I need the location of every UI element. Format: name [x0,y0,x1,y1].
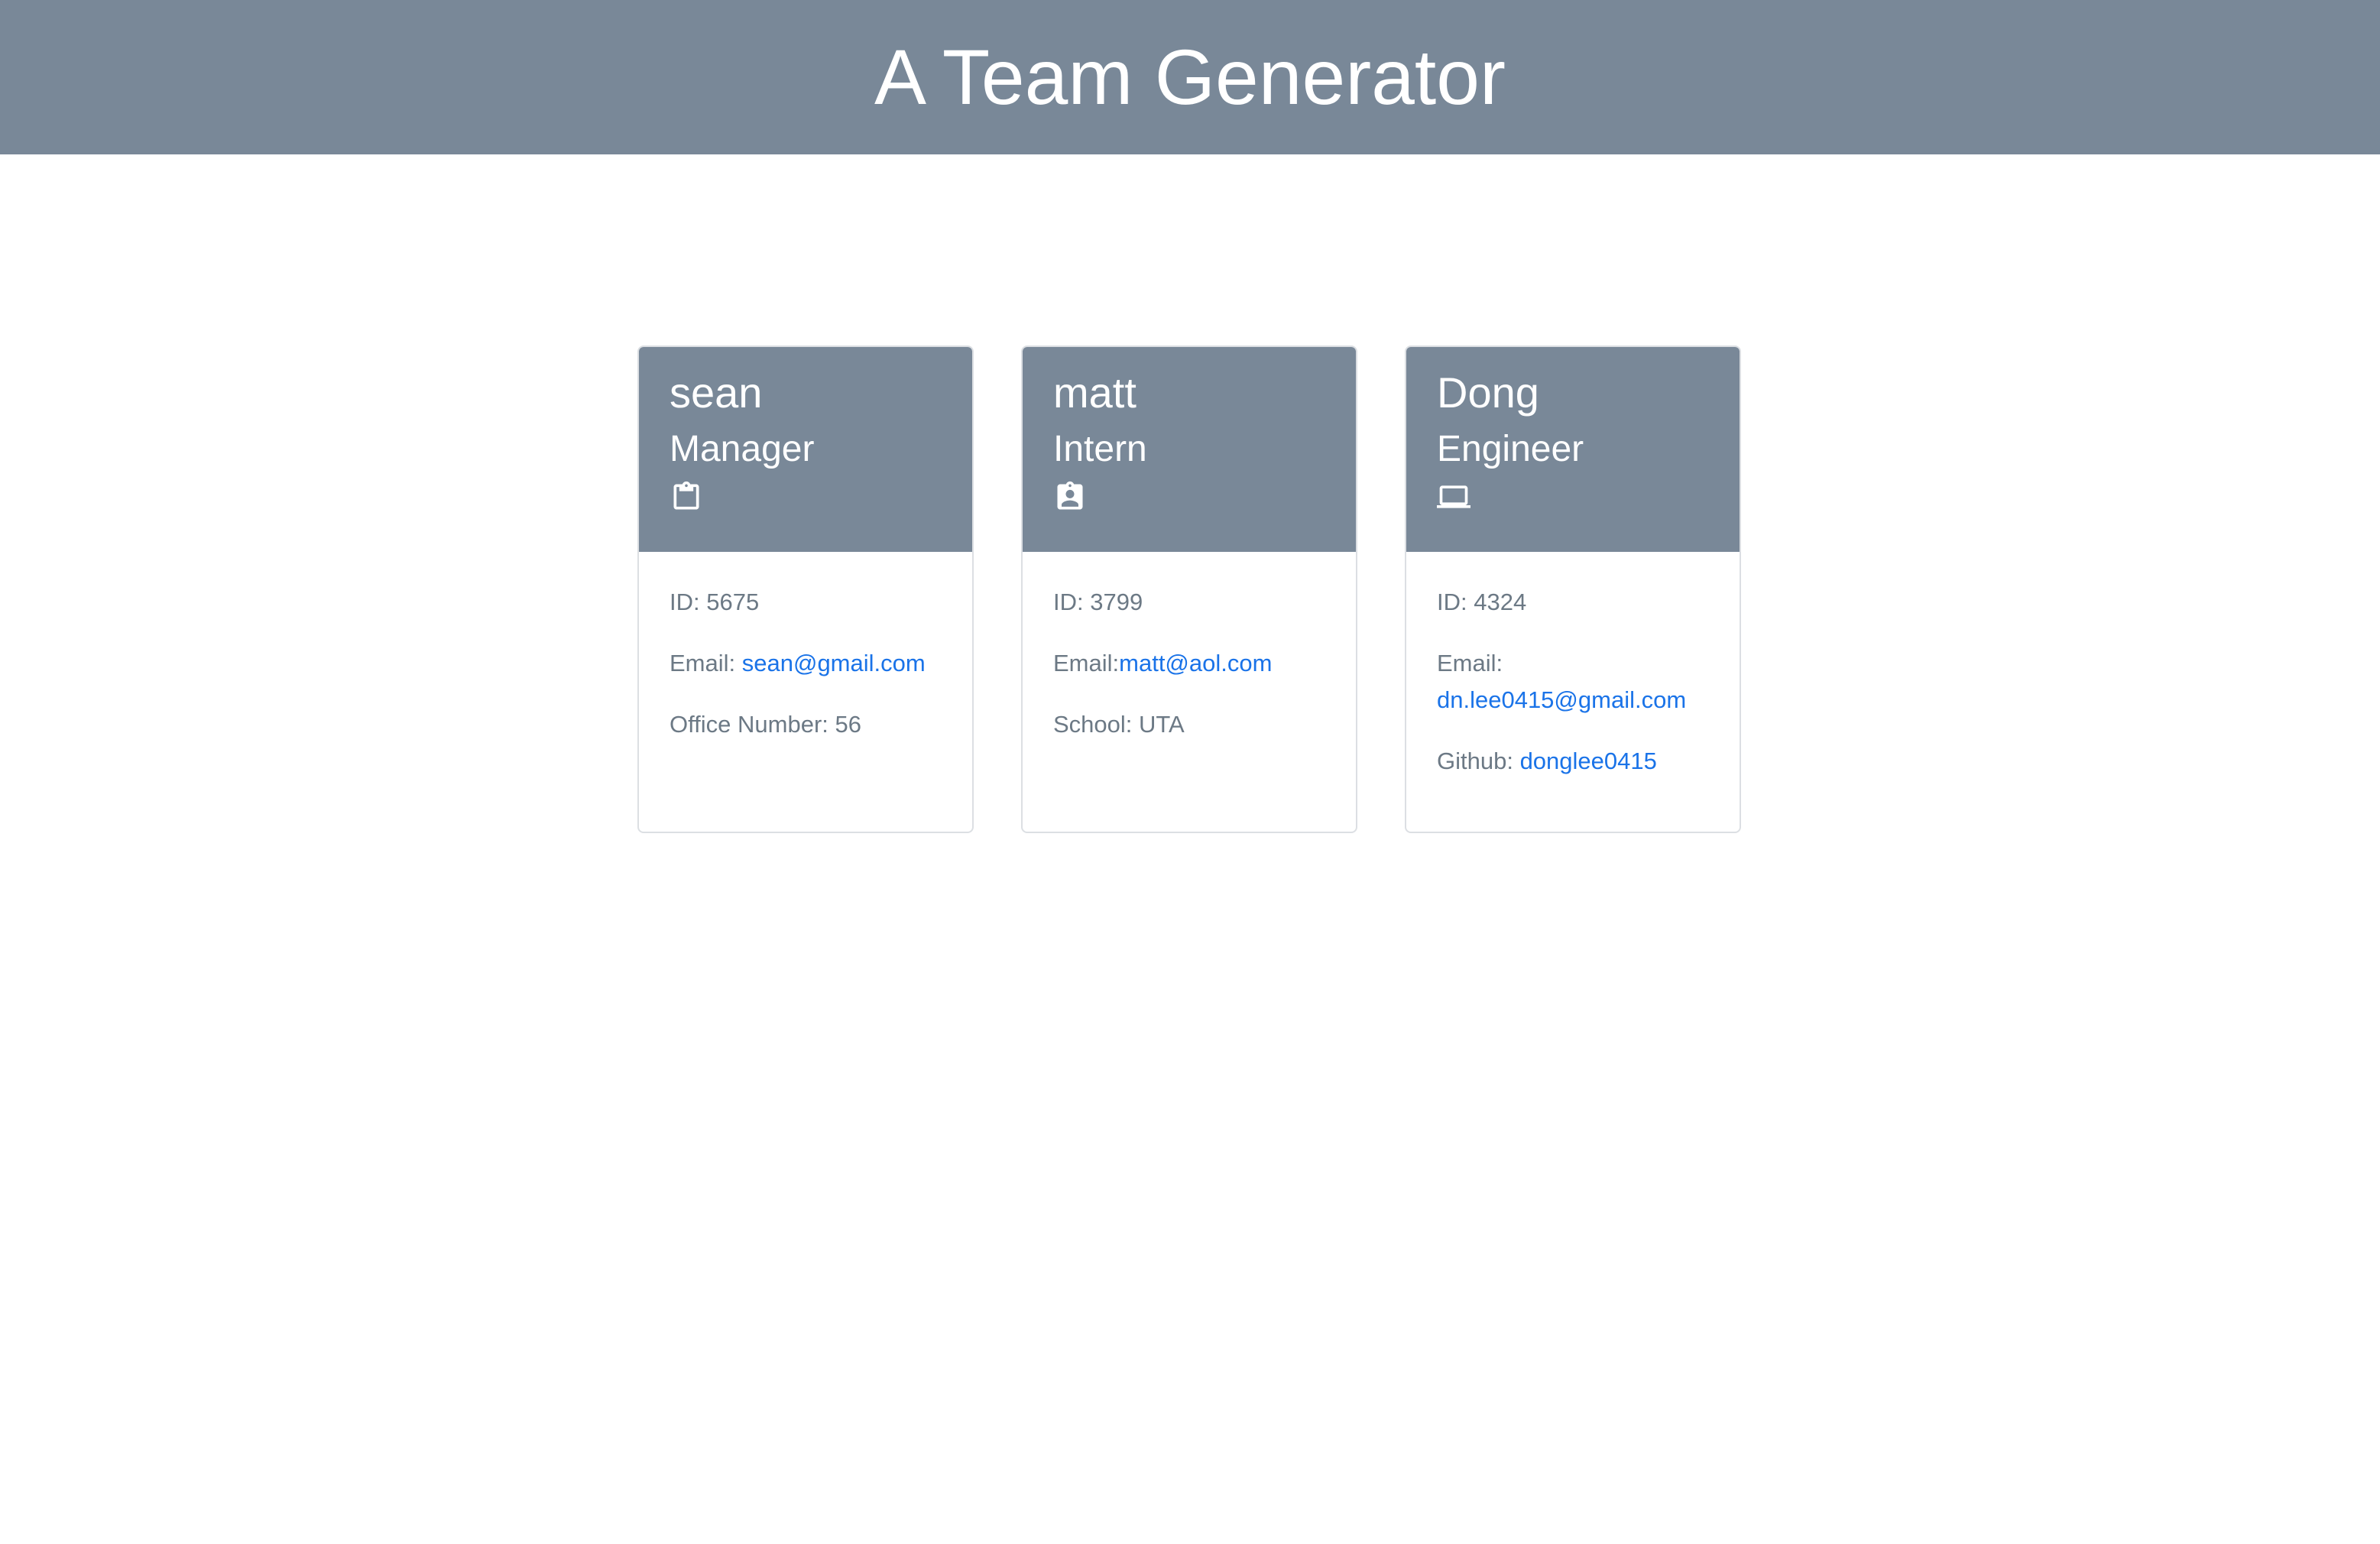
card-header: sean Manager [639,347,972,552]
employee-role: Manager [670,429,815,469]
card-body: ID: 5675 Email: sean@gmail.com Office Nu… [639,552,972,743]
employee-name: sean [670,368,763,417]
employee-card-intern: matt Intern ID: 3799 Email:matt@aol.com … [1021,345,1357,833]
employee-email-row: Email:matt@aol.com [1053,645,1325,682]
employee-id: ID: 4324 [1437,589,1527,615]
assignment-ind-icon [1057,481,1083,510]
employee-role: Engineer [1437,429,1584,469]
github-row: Github: donglee0415 [1437,743,1709,780]
employee-card-engineer: Dong Engineer ID: 4324 Email: dn.lee0415@… [1405,345,1741,833]
employee-name: matt [1053,368,1136,417]
card-header: matt Intern [1023,347,1356,552]
card-body: ID: 3799 Email:matt@aol.com School: UTA [1023,552,1356,743]
card-header: Dong Engineer [1406,347,1740,552]
employee-name: Dong [1437,368,1539,417]
employee-email-row: Email: dn.lee0415@gmail.com [1437,645,1709,718]
github-link[interactable]: donglee0415 [1520,748,1657,774]
team-cards: sean Manager ID: 5675 Email: sean@gmail.… [637,345,1741,833]
email-link[interactable]: sean@gmail.com [742,650,926,676]
employee-card-manager: sean Manager ID: 5675 Email: sean@gmail.… [637,345,974,833]
office-number: Office Number: 56 [670,711,861,738]
email-label: Email: [670,650,742,676]
employee-id: ID: 3799 [1053,589,1143,615]
laptop-icon [1437,485,1470,508]
employee-id: ID: 5675 [670,589,760,615]
clipboard-icon [673,481,699,510]
page-title: A Team Generator [874,34,1506,121]
email-link[interactable]: matt@aol.com [1119,650,1272,676]
email-label: Email: [1437,650,1503,676]
page-header: A Team Generator [0,0,2380,154]
email-label: Email: [1053,650,1120,676]
github-label: Github: [1437,748,1520,774]
employee-role: Intern [1053,429,1147,469]
employee-email-row: Email: sean@gmail.com [670,645,942,682]
card-body: ID: 4324 Email: dn.lee0415@gmail.com Gith… [1406,552,1740,780]
email-link[interactable]: dn.lee0415@gmail.com [1437,686,1686,713]
school: School: UTA [1053,711,1185,738]
